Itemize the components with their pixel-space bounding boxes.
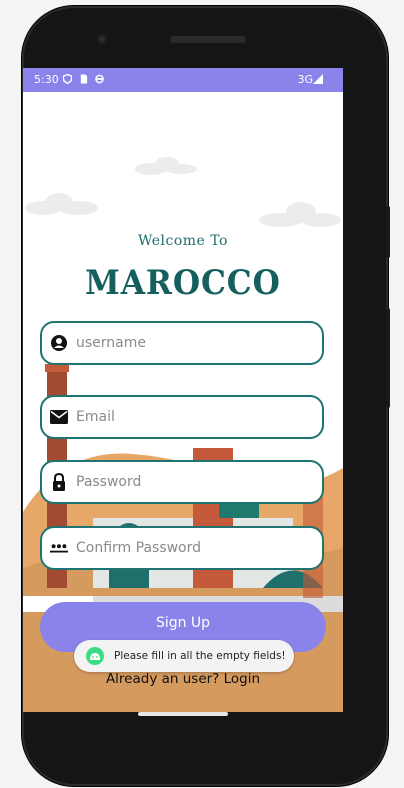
network-type: 3G bbox=[297, 73, 313, 86]
cloud-decoration bbox=[25, 193, 98, 215]
login-link[interactable]: Already an user? Login bbox=[23, 671, 343, 687]
confirm-password-field[interactable] bbox=[40, 526, 324, 570]
password-field[interactable] bbox=[40, 460, 324, 504]
account-circle-icon bbox=[50, 334, 68, 352]
brand-title: MAROCCO bbox=[85, 263, 281, 303]
earpiece-speaker bbox=[170, 36, 246, 43]
cloud-decoration bbox=[259, 202, 341, 227]
volume-button bbox=[386, 308, 390, 408]
power-button bbox=[386, 206, 390, 258]
welcome-heading: Welcome To bbox=[138, 233, 228, 249]
email-input[interactable] bbox=[76, 409, 306, 425]
lock-icon bbox=[50, 473, 68, 491]
shield-icon bbox=[63, 74, 72, 84]
android-icon bbox=[86, 647, 104, 665]
sync-icon bbox=[95, 74, 104, 84]
password-input[interactable] bbox=[76, 474, 306, 490]
front-camera bbox=[97, 34, 107, 44]
sim-card-icon bbox=[80, 74, 88, 84]
cloud-decoration bbox=[135, 157, 197, 175]
mail-icon bbox=[50, 408, 68, 426]
signal-icon bbox=[313, 74, 323, 84]
toast-message: Please fill in all the empty fields! bbox=[114, 650, 286, 662]
email-field[interactable] bbox=[40, 395, 324, 439]
app-screen: 5:30 3G Welcome To MAROCCO username Emai… bbox=[23, 68, 343, 712]
sign-up-label: Sign Up bbox=[155, 615, 211, 631]
status-bar: 5:30 3G bbox=[23, 68, 343, 92]
username-input[interactable] bbox=[76, 335, 306, 351]
home-gesture-bar[interactable] bbox=[138, 712, 228, 716]
status-time: 5:30 bbox=[34, 73, 59, 86]
confirm-password-input[interactable] bbox=[76, 540, 306, 556]
toast-notification: Please fill in all the empty fields! bbox=[74, 640, 294, 672]
username-field[interactable] bbox=[40, 321, 324, 365]
password-dots-icon bbox=[50, 539, 68, 557]
